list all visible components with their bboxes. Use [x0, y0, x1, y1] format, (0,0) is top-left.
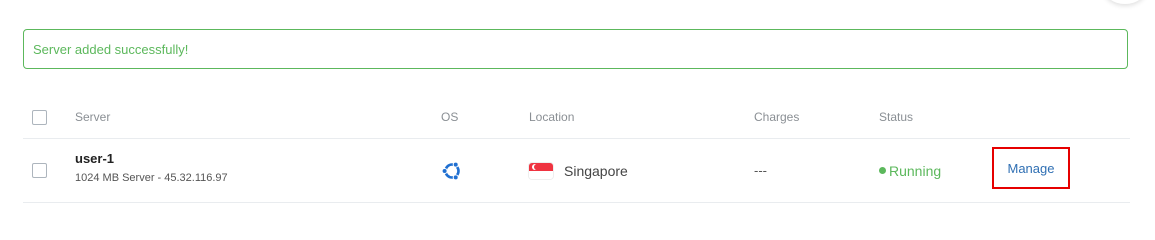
- manage-highlight-box: Manage: [992, 147, 1070, 189]
- header-server[interactable]: Server: [75, 96, 110, 138]
- header-os[interactable]: OS: [441, 96, 458, 138]
- manage-button[interactable]: Manage: [1008, 161, 1055, 176]
- location-cell: Singapore: [529, 139, 628, 202]
- header-location[interactable]: Location: [529, 96, 574, 138]
- singapore-flag-icon: [529, 162, 553, 179]
- success-alert: Server added successfully!: [23, 29, 1128, 69]
- status-cell: Running: [879, 139, 941, 202]
- charges-cell: ---: [754, 139, 767, 202]
- select-all-checkbox[interactable]: [32, 109, 47, 125]
- ubuntu-icon: [441, 160, 463, 182]
- charges-value: ---: [754, 163, 767, 178]
- server-name[interactable]: user-1: [75, 151, 114, 166]
- header-avatar-edge[interactable]: [1103, 0, 1147, 4]
- status-dot-icon: [879, 167, 886, 174]
- header-charges[interactable]: Charges: [754, 96, 799, 138]
- status-badge: Running: [889, 162, 942, 179]
- location-text: Singapore: [564, 162, 628, 179]
- row-select-cell: [32, 139, 47, 202]
- servers-table: Server OS Location Charges Status user-1…: [23, 96, 1130, 203]
- server-description: 1024 MB Server - 45.32.116.97: [75, 172, 228, 184]
- table-header-row: Server OS Location Charges Status: [23, 96, 1130, 139]
- table-row: user-1 1024 MB Server - 45.32.116.97 Sin…: [23, 139, 1130, 203]
- server-cell: user-1 1024 MB Server - 45.32.116.97: [75, 151, 228, 184]
- header-status[interactable]: Status: [879, 96, 913, 138]
- select-all-cell: [32, 96, 47, 138]
- row-checkbox[interactable]: [32, 163, 47, 178]
- alert-message: Server added successfully!: [33, 41, 189, 57]
- os-cell: [441, 139, 463, 202]
